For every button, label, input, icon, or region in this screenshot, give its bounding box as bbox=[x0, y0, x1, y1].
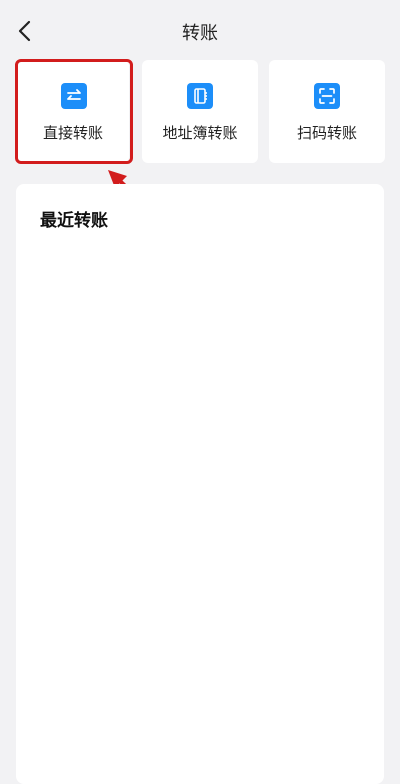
scan-code-icon bbox=[314, 83, 340, 109]
recent-transfers-panel: 最近转账 bbox=[16, 184, 384, 784]
address-book-transfer-button[interactable]: 地址簿转账 bbox=[142, 60, 258, 163]
address-book-transfer-label: 地址簿转账 bbox=[162, 124, 238, 142]
address-book-icon bbox=[187, 83, 213, 109]
scan-transfer-label: 扫码转账 bbox=[296, 124, 357, 142]
scan-transfer-button[interactable]: 扫码转账 bbox=[269, 60, 385, 163]
direct-transfer-label: 直接转账 bbox=[42, 124, 103, 142]
recent-transfers-title: 最近转账 bbox=[40, 211, 108, 231]
header: 转账 bbox=[0, 0, 400, 60]
transfer-arrows-icon bbox=[61, 83, 87, 109]
direct-transfer-button[interactable]: 直接转账 bbox=[17, 60, 129, 163]
page-title: 转账 bbox=[182, 23, 218, 44]
